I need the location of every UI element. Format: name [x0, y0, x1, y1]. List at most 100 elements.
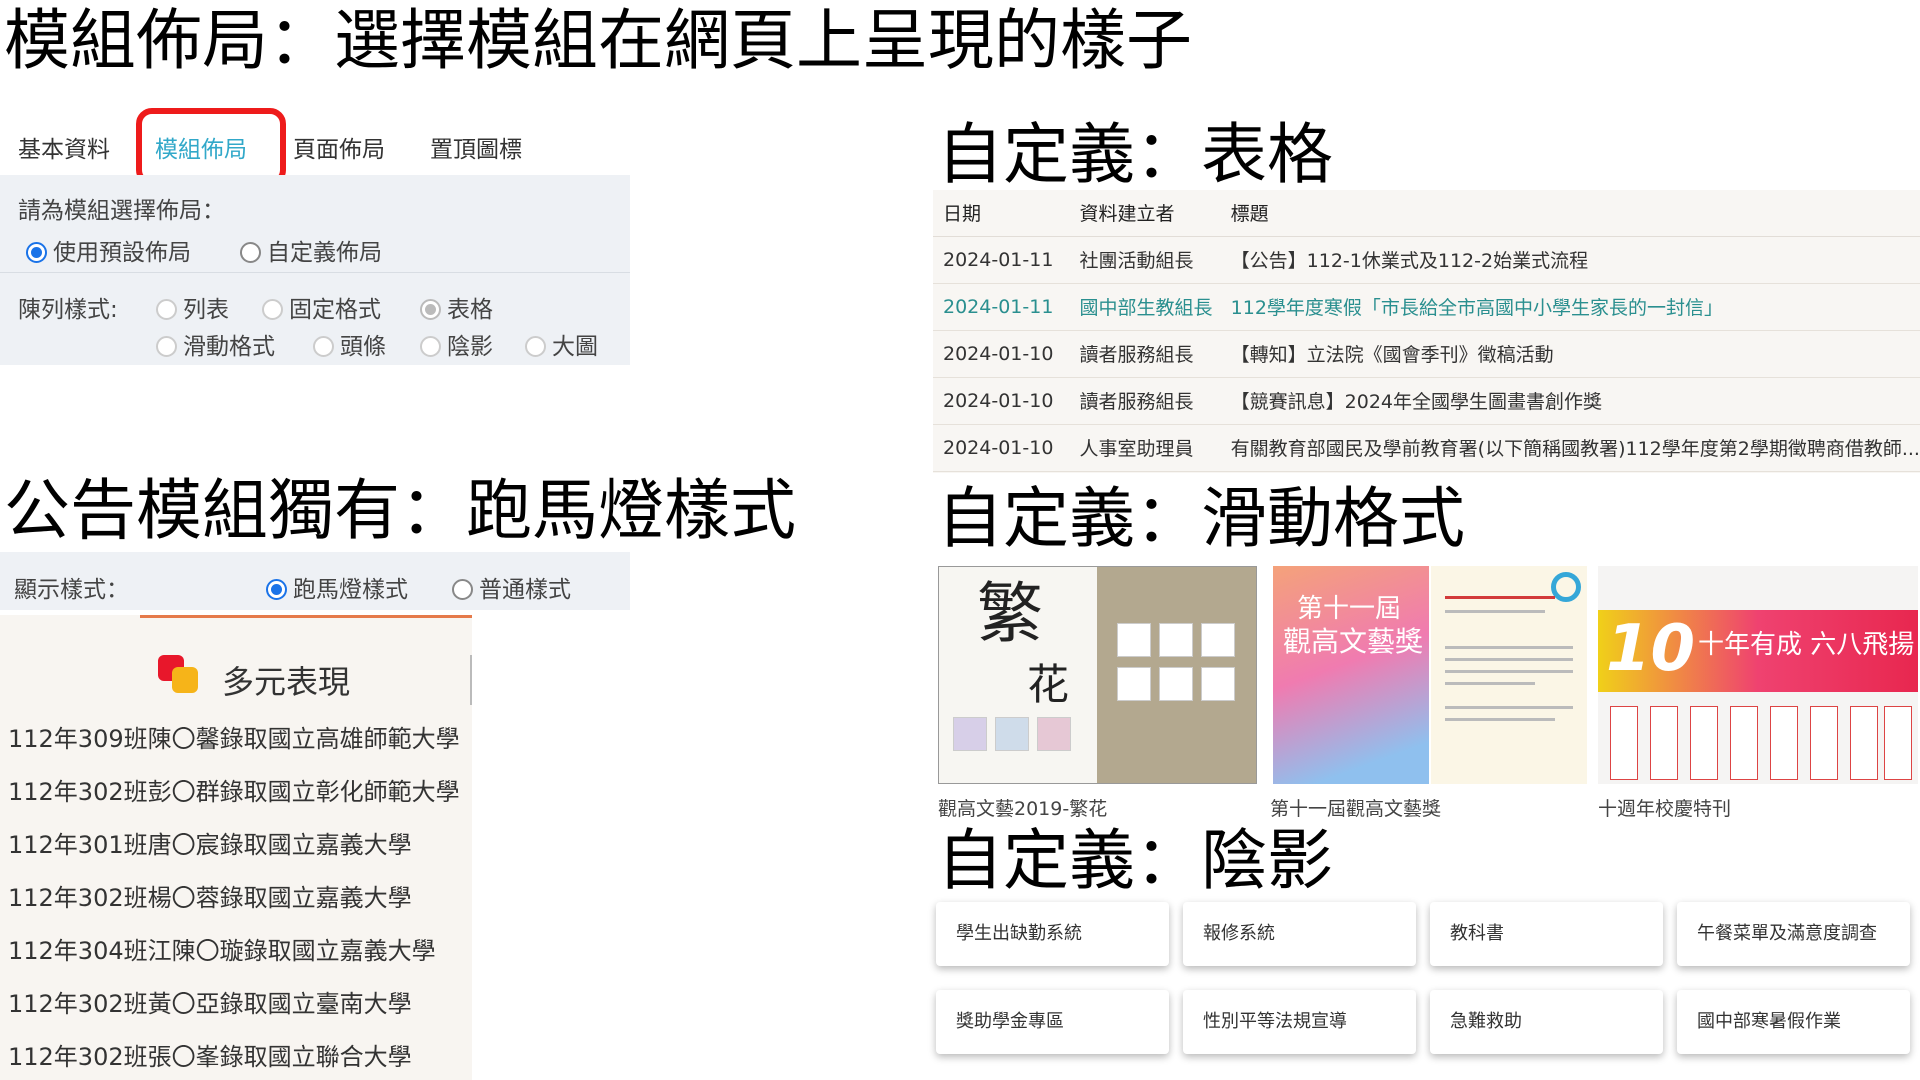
- list-item[interactable]: 112年309班陳〇馨錄取國立高雄師範大學: [8, 713, 468, 766]
- title-table: 自定義：表格: [937, 116, 1333, 193]
- title-shadow: 自定義：陰影: [937, 822, 1333, 899]
- radio-marquee-style[interactable]: 跑馬燈樣式: [266, 570, 408, 604]
- display-style-label: 顯示樣式：: [14, 577, 129, 603]
- module-logo-icon-accent: [172, 667, 198, 693]
- link-attendance-system[interactable]: 學生出缺勤系統: [936, 902, 1169, 966]
- radio-default-layout[interactable]: 使用預設佈局: [26, 233, 191, 267]
- card-picture: [1730, 706, 1758, 780]
- table-header-row: 日期 資料建立者 標題: [933, 190, 1920, 237]
- poster-text-line: [1445, 670, 1573, 673]
- style-option-table[interactable]: 表格: [420, 290, 493, 324]
- radio-checked-icon: [266, 579, 287, 600]
- table-row[interactable]: 2024-01-10 讀者服務組長 【轉知】立法院《國會季刊》徵稿活動: [933, 330, 1920, 378]
- display-style-bar: 顯示樣式： 跑馬燈樣式 普通樣式: [0, 552, 630, 610]
- cell-author: 讀者服務組長: [1069, 330, 1221, 378]
- link-scholarships[interactable]: 獎助學金專區: [936, 990, 1169, 1054]
- link-textbooks[interactable]: 教科書: [1430, 902, 1663, 966]
- card-picture: [1810, 706, 1838, 780]
- list-item[interactable]: 112年304班江陳〇璇錄取國立嘉義大學: [8, 925, 468, 978]
- slide-caption[interactable]: 觀高文藝2019-繁花: [938, 794, 1107, 821]
- poster-heading-2: 觀高文藝獎: [1283, 625, 1424, 658]
- column-header-author: 資料建立者: [1069, 190, 1221, 237]
- poster-text-line: [1445, 596, 1555, 599]
- cell-title[interactable]: 【競賽訊息】2024年全國學生圖畫書創作獎: [1220, 377, 1920, 425]
- link-repair-system[interactable]: 報修系統: [1183, 902, 1416, 966]
- poster-text-line: [1445, 610, 1545, 613]
- title-slider: 自定義：滑動格式: [937, 480, 1465, 557]
- card-picture: [1770, 706, 1798, 780]
- table-row[interactable]: 2024-01-10 讀者服務組長 【競賽訊息】2024年全國學生圖畫書創作獎: [933, 377, 1920, 425]
- slide-image-literary-award[interactable]: 第十一屆 觀高文藝獎: [1273, 566, 1429, 784]
- anniversary-number: 10: [1606, 612, 1696, 686]
- cell-title[interactable]: 【轉知】立法院《國會季刊》徵稿活動: [1220, 330, 1920, 378]
- cell-author: 社團活動組長: [1069, 236, 1221, 284]
- card-picture: [1884, 706, 1912, 780]
- list-item[interactable]: 112年302班楊〇蓉錄取國立嘉義大學: [8, 872, 468, 925]
- cell-title[interactable]: 【公告】112-1休業式及112-2始業式流程: [1220, 236, 1920, 284]
- flower-picture: [1201, 667, 1235, 701]
- flower-picture: [1201, 623, 1235, 657]
- style-option-list[interactable]: 列表: [156, 290, 229, 324]
- style-option-shadow[interactable]: 陰影: [420, 327, 493, 361]
- slide-caption[interactable]: 十週年校慶特刊: [1598, 794, 1731, 821]
- style-option-slider[interactable]: 滑動格式: [156, 327, 275, 361]
- announcement-header: 多元表現: [0, 635, 472, 705]
- radio-icon: [240, 242, 261, 263]
- list-item[interactable]: 112年302班張〇峯錄取國立聯合大學: [8, 1031, 468, 1080]
- cell-date: 2024-01-10: [933, 330, 1070, 378]
- radio-checked-icon: [26, 242, 47, 263]
- link-emergency-aid[interactable]: 急難救助: [1430, 990, 1663, 1054]
- poster-text-line: [1445, 658, 1573, 661]
- panel-edge: [470, 655, 472, 705]
- flower-picture: [1037, 717, 1071, 751]
- slide-caption[interactable]: 第十一屆觀高文藝獎: [1270, 794, 1441, 821]
- tab-basic-info[interactable]: 基本資料: [18, 130, 110, 164]
- flower-picture: [1117, 667, 1151, 701]
- list-item[interactable]: 112年302班黃〇亞錄取國立臺南大學: [8, 978, 468, 1031]
- radio-icon: [262, 299, 283, 320]
- radio-custom-layout[interactable]: 自定義佈局: [240, 233, 382, 267]
- radio-icon: [420, 336, 441, 357]
- shadow-style-example: 學生出缺勤系統 報修系統 教科書 午餐菜單及滿意度調查 獎助學金專區 性別平等法…: [936, 902, 1920, 1062]
- table-row[interactable]: 2024-01-11 國中部生教組長 112學年度寒假「市長給全市高國中小學生家…: [933, 283, 1920, 331]
- panel-accent-line: [140, 615, 472, 618]
- link-gender-equality[interactable]: 性別平等法規宣導: [1183, 990, 1416, 1054]
- radio-normal-style[interactable]: 普通樣式: [452, 570, 571, 604]
- link-lunch-menu[interactable]: 午餐菜單及滿意度調查: [1677, 902, 1910, 966]
- card-picture: [1650, 706, 1678, 780]
- style-option-fixed[interactable]: 固定格式: [262, 290, 381, 324]
- card-picture: [1850, 706, 1878, 780]
- cell-date: 2024-01-10: [933, 424, 1070, 472]
- cell-author: 讀者服務組長: [1069, 377, 1221, 425]
- tab-page-layout[interactable]: 頁面佈局: [293, 130, 385, 164]
- announcement-title: 多元表現: [222, 663, 351, 701]
- style-option-headline[interactable]: 頭條: [313, 327, 386, 361]
- cell-author: 人事室助理員: [1069, 424, 1221, 472]
- cell-title[interactable]: 有關教育部國民及學前教育署(以下簡稱國教署)112學年度第2學期徵聘商借教師..…: [1220, 424, 1920, 472]
- column-header-title: 標題: [1220, 190, 1920, 237]
- layout-prompt: 請為模組選擇佈局：: [18, 198, 225, 224]
- column-header-date: 日期: [933, 190, 1070, 237]
- list-item[interactable]: 112年302班彭〇群錄取國立彰化師範大學: [8, 766, 468, 819]
- slide-image-photo-contest[interactable]: [1431, 566, 1587, 784]
- poster-text-line: [1445, 706, 1573, 709]
- slide-image-fanhua[interactable]: 繁 花: [938, 566, 1257, 784]
- table-row[interactable]: 2024-01-11 社團活動組長 【公告】112-1休業式及112-2始業式流…: [933, 236, 1920, 284]
- slide-image-anniversary[interactable]: 10 十年有成 六八飛揚: [1598, 566, 1918, 784]
- card-picture: [1690, 706, 1718, 780]
- poster-text-line: [1445, 646, 1573, 649]
- style-label: 陳列樣式:: [18, 297, 118, 323]
- cover-calligraphy: 繁: [977, 575, 1043, 652]
- cover-back: [1097, 567, 1256, 783]
- cell-title[interactable]: 112學年度寒假「市長給全市高國中小學生家長的一封信」: [1220, 283, 1920, 331]
- cover-calligraphy-2: 花: [1027, 660, 1070, 709]
- list-item[interactable]: 112年301班唐〇宸錄取國立嘉義大學: [8, 819, 468, 872]
- cell-author: 國中部生教組長: [1069, 283, 1221, 331]
- radio-checked-icon: [420, 299, 441, 320]
- radio-icon: [313, 336, 334, 357]
- style-option-large-image[interactable]: 大圖: [525, 327, 598, 361]
- table-row[interactable]: 2024-01-10 人事室助理員 有關教育部國民及學前教育署(以下簡稱國教署)…: [933, 424, 1920, 472]
- link-vacation-homework[interactable]: 國中部寒暑假作業: [1677, 990, 1910, 1054]
- tab-pin-icon[interactable]: 置頂圖標: [430, 130, 522, 164]
- cover-front: 繁 花: [939, 567, 1097, 783]
